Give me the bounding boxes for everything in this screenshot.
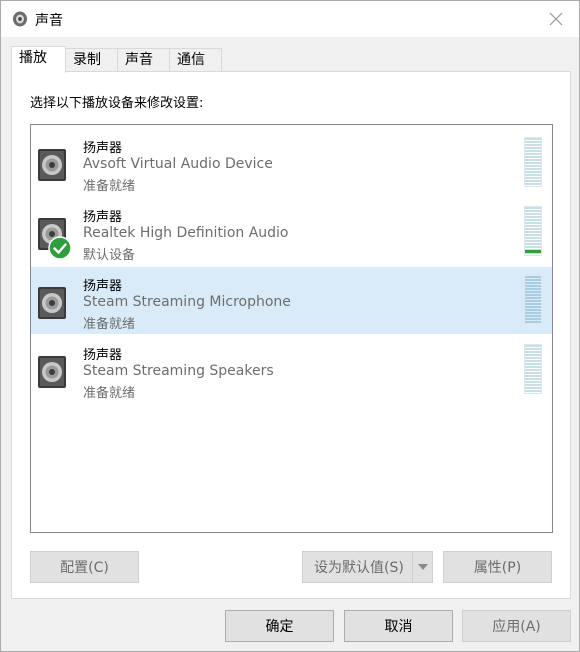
speaker-icon <box>13 11 27 27</box>
device-type: 扬声器 <box>83 141 123 156</box>
button-label: 确定 <box>265 619 294 635</box>
device-name: Avsoft Virtual Audio Device <box>83 156 273 172</box>
sound-dialog: 声音 播放 录制 声音 通信 选择以下播放设备来修改设置: 扬声器 Avsoft… <box>0 0 580 652</box>
set-default-dropdown[interactable] <box>412 552 432 582</box>
speaker-device-icon <box>38 287 66 319</box>
properties-button[interactable]: 属性(P) <box>443 551 552 583</box>
close-button[interactable] <box>533 1 579 37</box>
volume-meter <box>524 344 542 394</box>
device-item[interactable]: 扬声器 Avsoft Virtual Audio Device 准备就绪 <box>31 129 552 196</box>
window-title: 声音 <box>35 13 63 29</box>
button-label: 属性(P) <box>473 560 522 576</box>
volume-meter-level <box>525 250 541 253</box>
volume-meter <box>524 137 542 187</box>
title-bar[interactable]: 声音 <box>1 1 579 37</box>
volume-meter <box>524 275 542 325</box>
tab-label: 通信 <box>177 52 205 68</box>
device-item[interactable]: 扬声器 Steam Streaming Microphone 准备就绪 <box>31 267 552 334</box>
button-label: 应用(A) <box>492 619 541 635</box>
speaker-device-icon <box>38 356 66 388</box>
tab-recording[interactable]: 录制 <box>65 48 118 72</box>
default-check-icon <box>48 236 72 260</box>
device-item[interactable]: 扬声器 Realtek High Definition Audio 默认设备 <box>31 198 552 265</box>
device-name: Realtek High Definition Audio <box>83 225 289 241</box>
button-label: 配置(C) <box>60 560 109 576</box>
device-item[interactable]: 扬声器 Steam Streaming Speakers 准备就绪 <box>31 336 552 403</box>
configure-button[interactable]: 配置(C) <box>30 551 139 583</box>
chevron-down-icon <box>417 564 428 570</box>
device-type: 扬声器 <box>83 348 123 363</box>
device-status: 准备就绪 <box>83 317 136 332</box>
tab-label: 声音 <box>125 52 153 68</box>
tab-sounds[interactable]: 声音 <box>117 48 170 72</box>
ok-button[interactable]: 确定 <box>225 610 334 642</box>
device-status: 准备就绪 <box>83 386 136 401</box>
device-name: Steam Streaming Speakers <box>83 363 274 379</box>
tab-label: 录制 <box>73 52 101 68</box>
speaker-device-icon <box>38 149 66 181</box>
device-status: 默认设备 <box>83 248 136 263</box>
tab-communications[interactable]: 通信 <box>169 48 222 72</box>
button-label: 设为默认值(S) <box>314 560 404 576</box>
device-status: 准备就绪 <box>83 179 136 194</box>
set-default-button[interactable]: 设为默认值(S) <box>302 551 433 583</box>
device-list[interactable]: 扬声器 Avsoft Virtual Audio Device 准备就绪 扬声器… <box>30 124 553 533</box>
device-type: 扬声器 <box>83 210 123 225</box>
playback-panel: 选择以下播放设备来修改设置: 扬声器 Avsoft Virtual Audio … <box>11 71 571 599</box>
volume-meter <box>524 206 542 256</box>
cancel-button[interactable]: 取消 <box>344 610 453 642</box>
instruction-text: 选择以下播放设备来修改设置: <box>30 96 204 111</box>
apply-button[interactable]: 应用(A) <box>462 610 571 642</box>
device-type: 扬声器 <box>83 279 123 294</box>
device-name: Steam Streaming Microphone <box>83 294 291 310</box>
close-icon <box>549 12 563 26</box>
tab-label: 播放 <box>19 50 47 66</box>
button-label: 取消 <box>384 619 413 635</box>
tab-playback[interactable]: 播放 <box>11 46 66 73</box>
